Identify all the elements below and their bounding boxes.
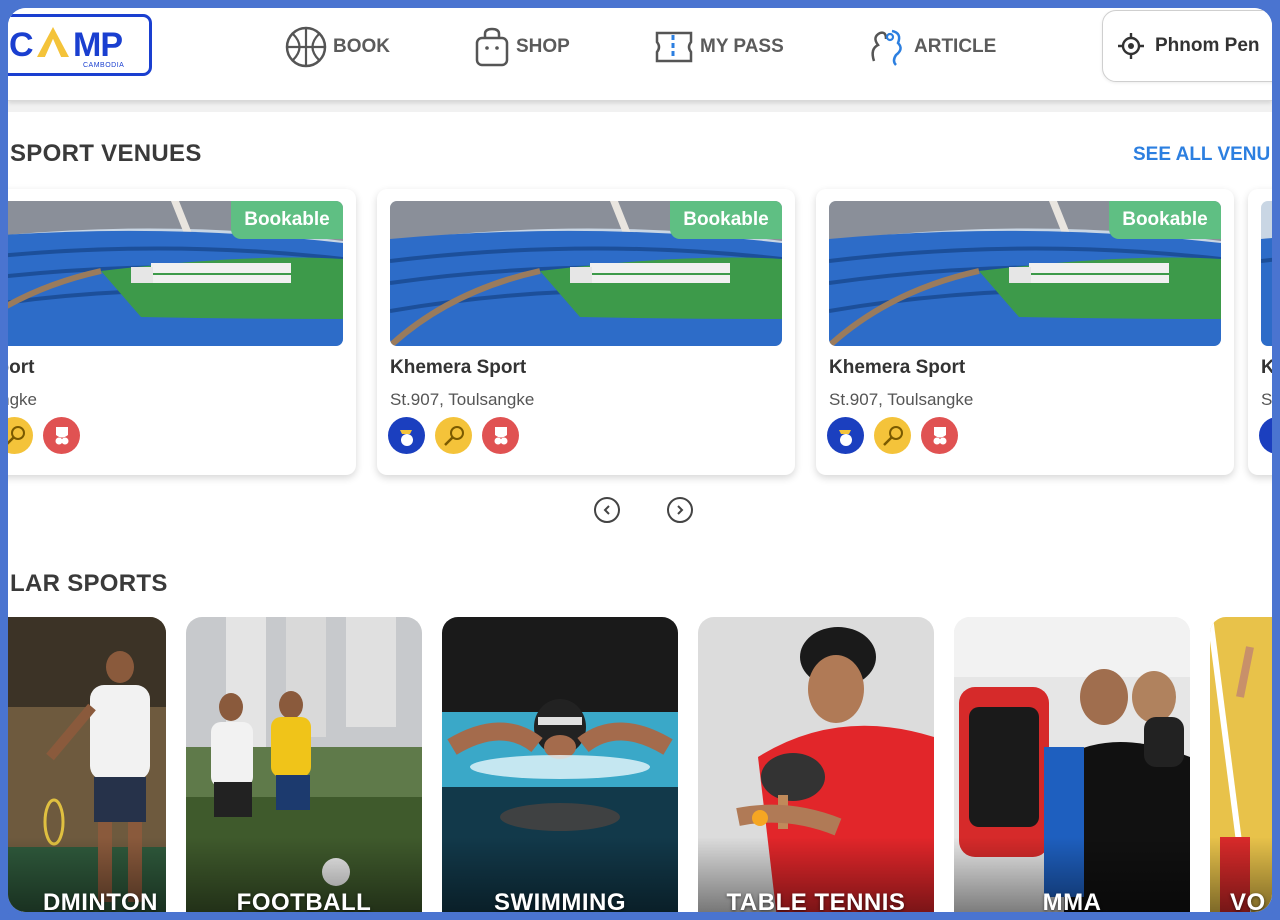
volleyball-icon [43, 417, 80, 454]
basketball-icon [285, 26, 327, 68]
nav-my-pass[interactable]: MY PASS [654, 26, 784, 68]
carousel-next-button[interactable] [667, 497, 693, 523]
venue-sport-icons [827, 417, 958, 454]
venue-name: K [1261, 357, 1272, 379]
logo-subtitle: CAMBODIA [83, 62, 125, 69]
article-icon [871, 29, 902, 66]
carousel-prev-button[interactable] [594, 497, 620, 523]
venue-photo: Bookable [829, 201, 1221, 346]
venue-photo [1261, 201, 1272, 346]
viewport: C MP CAMBODIA BOOK SHOP MY PASS ARTICLE … [8, 8, 1272, 912]
nav-shop[interactable]: SHOP [474, 26, 570, 68]
popular-sports-title: LAR SPORTS [10, 570, 168, 597]
chevron-left-icon [603, 505, 610, 515]
sport-tile-label: DMINTON [42, 889, 158, 912]
camp-logo[interactable]: C MP CAMBODIA [8, 14, 152, 76]
location-label: Phnom Pen [1155, 35, 1260, 56]
see-all-venues-link[interactable]: SEE ALL VENU [1133, 144, 1270, 166]
location-target-icon [1118, 33, 1144, 59]
sport-tile-swimming[interactable]: SWIMMING [442, 617, 678, 912]
football-icon [388, 417, 425, 454]
volleyball-icon [482, 417, 519, 454]
badminton-icon [874, 417, 911, 454]
sport-tile-label: FOOTBALL [236, 889, 372, 912]
sport-tile-volleyball[interactable]: VO [1210, 617, 1272, 912]
app-frame: C MP CAMBODIA BOOK SHOP MY PASS ARTICLE … [0, 0, 1280, 920]
venue-address: St.907, Toulsangke [829, 390, 974, 409]
logo-letter-c: C [9, 26, 34, 64]
badminton-icon [8, 417, 33, 454]
nav-book-label: BOOK [333, 36, 390, 57]
header-divider [8, 100, 1272, 112]
venues-section-title: SPORT VENUES [10, 140, 202, 167]
venue-sport-icons [8, 417, 80, 454]
logo-tent-icon [37, 27, 69, 57]
venue-name: Khemera Sport [390, 357, 527, 378]
badminton-icon [435, 417, 472, 454]
football-icon [1259, 417, 1272, 454]
venue-photo: Bookable [8, 201, 343, 346]
sport-tile-label: VO [1230, 889, 1266, 912]
nav-article-label: ARTICLE [914, 36, 997, 57]
venue-address: S [1261, 390, 1272, 409]
venue-photo: Bookable [390, 201, 782, 346]
venue-address: Toulsangke [8, 390, 38, 409]
venue-card[interactable]: K S [1248, 189, 1272, 475]
sport-tile-label: MMA [1042, 889, 1102, 912]
nav-book[interactable]: BOOK [285, 26, 390, 68]
bookable-badge: Bookable [1109, 201, 1221, 239]
sport-tile-mma[interactable]: MMA [954, 617, 1190, 912]
venue-card[interactable]: Bookable Khemera Sport St.907, Toulsangk… [377, 189, 795, 475]
nav-my-pass-label: MY PASS [700, 36, 784, 57]
sport-tile-football[interactable]: FOOTBALL [186, 617, 422, 912]
venue-name: era Sport [8, 357, 35, 378]
venue-name: Khemera Sport [829, 357, 966, 378]
bookable-badge: Bookable [231, 201, 343, 239]
shopping-bag-icon [475, 27, 509, 67]
sport-tile-label: SWIMMING [494, 889, 626, 912]
bookable-badge: Bookable [670, 201, 782, 239]
venue-card[interactable]: Bookable era Sport Toulsangke [8, 189, 356, 475]
venue-address: St.907, Toulsangke [390, 390, 535, 409]
ticket-icon [655, 31, 693, 63]
volleyball-icon [921, 417, 958, 454]
nav-shop-label: SHOP [516, 36, 570, 57]
sport-tile-label: TABLE TENNIS [726, 889, 906, 912]
football-icon [827, 417, 864, 454]
venue-sport-icons [1259, 417, 1272, 454]
top-header: C MP CAMBODIA BOOK SHOP MY PASS ARTICLE … [8, 8, 1272, 101]
chevron-right-icon [677, 505, 684, 515]
sport-tile-table-tennis[interactable]: TABLE TENNIS [698, 617, 934, 912]
venue-card[interactable]: Bookable Khemera Sport St.907, Toulsangk… [816, 189, 1234, 475]
sport-tile-badminton[interactable]: DMINTON [8, 617, 166, 912]
nav-article[interactable]: ARTICLE [866, 26, 996, 68]
location-selector[interactable]: Phnom Pen [1102, 10, 1272, 82]
venue-sport-icons [388, 417, 519, 454]
logo-letters-mp: MP [73, 26, 123, 64]
